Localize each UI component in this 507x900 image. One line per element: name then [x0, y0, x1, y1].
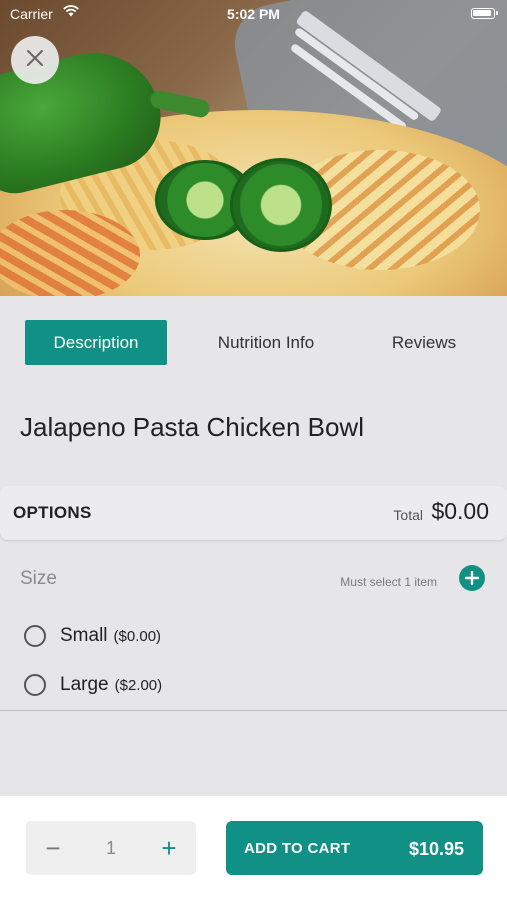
tab-reviews[interactable]: Reviews [364, 320, 484, 365]
close-button[interactable] [11, 36, 59, 84]
radio-button[interactable] [24, 674, 46, 696]
jalapeno-slice [230, 158, 332, 252]
clock: 5:02 PM [227, 6, 280, 22]
radio-button[interactable] [24, 625, 46, 647]
divider [0, 710, 507, 711]
pasta-decoration [0, 210, 140, 296]
plus-icon: + [161, 832, 177, 863]
add-to-cart-label: ADD TO CART [244, 840, 351, 857]
option-name: Large [60, 674, 109, 695]
plus-icon [464, 567, 480, 589]
requirement-note: Must select 1 item [340, 575, 437, 589]
close-icon [25, 48, 45, 73]
option-price: ($0.00) [113, 627, 162, 645]
total-label: Total [393, 507, 423, 523]
status-bar: Carrier 5:02 PM [0, 0, 507, 28]
options-label: OPTIONS [13, 503, 92, 522]
option-price: ($2.00) [114, 676, 163, 694]
expand-group-button[interactable] [459, 565, 485, 591]
increase-quantity-button[interactable]: + [154, 833, 184, 863]
options-header: OPTIONS Total $0.00 [0, 486, 507, 540]
tab-bar: Description Nutrition Info Reviews [0, 296, 507, 390]
total-value: $0.00 [431, 498, 489, 524]
option-group-title: Size [20, 568, 57, 589]
tab-description[interactable]: Description [25, 320, 167, 365]
quantity-stepper: − 1 + [26, 821, 196, 875]
bottom-action-bar: − 1 + ADD TO CART $10.95 [0, 796, 507, 900]
add-to-cart-button[interactable]: ADD TO CART $10.95 [226, 821, 483, 875]
tab-nutrition-info[interactable]: Nutrition Info [190, 320, 342, 365]
option-small[interactable]: Small ($0.00) [24, 625, 161, 647]
item-title: Jalapeno Pasta Chicken Bowl [20, 412, 364, 442]
battery-icon [471, 8, 498, 19]
option-name: Small [60, 625, 108, 646]
option-large[interactable]: Large ($2.00) [24, 674, 162, 696]
cart-price: $10.95 [408, 839, 464, 859]
food-hero-image [0, 0, 507, 296]
